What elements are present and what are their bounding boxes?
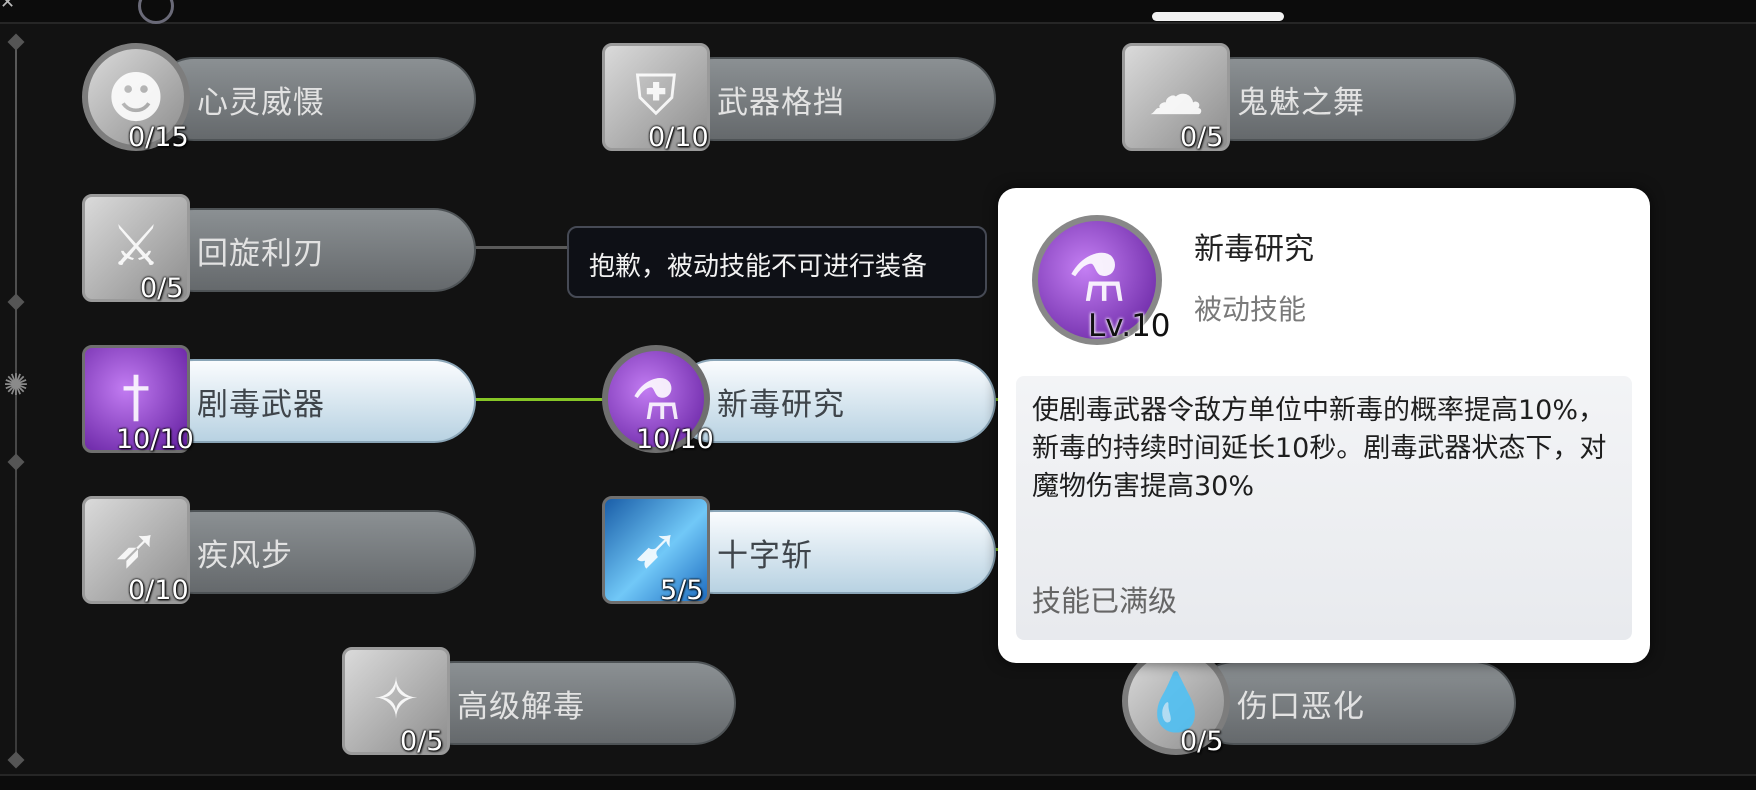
character-badge-icon[interactable] [138,0,174,24]
detail-type: 被动技能 [1194,293,1307,326]
skill-level: 0/10 [648,122,709,153]
skill-level: 0/5 [140,273,184,304]
skill-node-cross-slash[interactable]: ➹ 十字斩 5/5 [602,496,998,608]
skill-name: 疾风步 [197,538,293,574]
skill-name: 剧毒武器 [197,387,325,423]
skill-name: 高级解毒 [457,689,585,725]
skill-level: 0/5 [400,726,444,757]
skill-level: 0/5 [1180,122,1224,153]
detail-description: 使剧毒武器令敌方单位中新毒的概率提高10%，新毒的持续时间延长10秒。剧毒武器状… [1032,395,1607,502]
connector-line [474,246,570,249]
skill-level: 0/10 [128,575,189,606]
skill-node-swift-step[interactable]: ➶ 疾风步 0/10 [82,496,478,608]
detail-description-box: 使剧毒武器令敌方单位中新毒的概率提高10%，新毒的持续时间延长10秒。剧毒武器状… [1016,376,1632,640]
detail-level: Lv.10 [1088,308,1171,344]
skill-name: 新毒研究 [717,387,845,423]
detail-status: 技能已满级 [1032,584,1178,618]
skill-level: 0/5 [1180,726,1224,757]
skill-node-new-poison-research[interactable]: ⚗ 新毒研究 10/10 [602,345,998,457]
skill-node-advanced-antidote[interactable]: ✧ 高级解毒 0/5 [342,647,738,759]
skill-level: 10/10 [116,424,194,455]
skill-node-wound-worsen[interactable]: 💧 伤口恶化 0/5 [1122,647,1518,759]
skill-tree-rail: ✺ [3,33,29,769]
toast-text: 抱歉，被动技能不可进行装备 [589,252,928,282]
skill-name: 鬼魅之舞 [1237,85,1365,121]
skill-name: 心灵威慑 [197,85,325,121]
skill-level: 0/15 [128,122,189,153]
toast-message: 抱歉，被动技能不可进行装备 [567,226,987,298]
top-bar: ✕ [0,0,1756,24]
skill-name: 伤口恶化 [1237,689,1365,725]
detail-title: 新毒研究 [1194,232,1314,267]
skill-node-ghost-dance[interactable]: ☁ 鬼魅之舞 0/5 [1122,43,1518,155]
skill-level: 10/10 [636,424,714,455]
skill-detail-card: ⚗ Lv.10 新毒研究 被动技能 使剧毒武器令敌方单位中新毒的概率提高10%，… [998,188,1650,663]
top-left-mark-icon: ✕ [0,0,16,13]
compass-ornament-icon: ✺ [3,368,29,403]
skill-name: 十字斩 [717,538,813,574]
skill-node-mind-intimidation[interactable]: ☻ 心灵威慑 0/15 [82,43,478,155]
skill-node-poison-weapon[interactable]: † 剧毒武器 10/10 [82,345,478,457]
connector-line-active [474,398,604,401]
skill-node-spinning-blade[interactable]: ⚔ 回旋利刃 0/5 [82,194,478,306]
skill-name: 回旋利刃 [197,236,325,272]
home-indicator [1152,12,1284,21]
skill-name: 武器格挡 [717,85,845,121]
skill-node-weapon-block[interactable]: ⛨ 武器格挡 0/10 [602,43,998,155]
skill-level: 5/5 [660,575,704,606]
